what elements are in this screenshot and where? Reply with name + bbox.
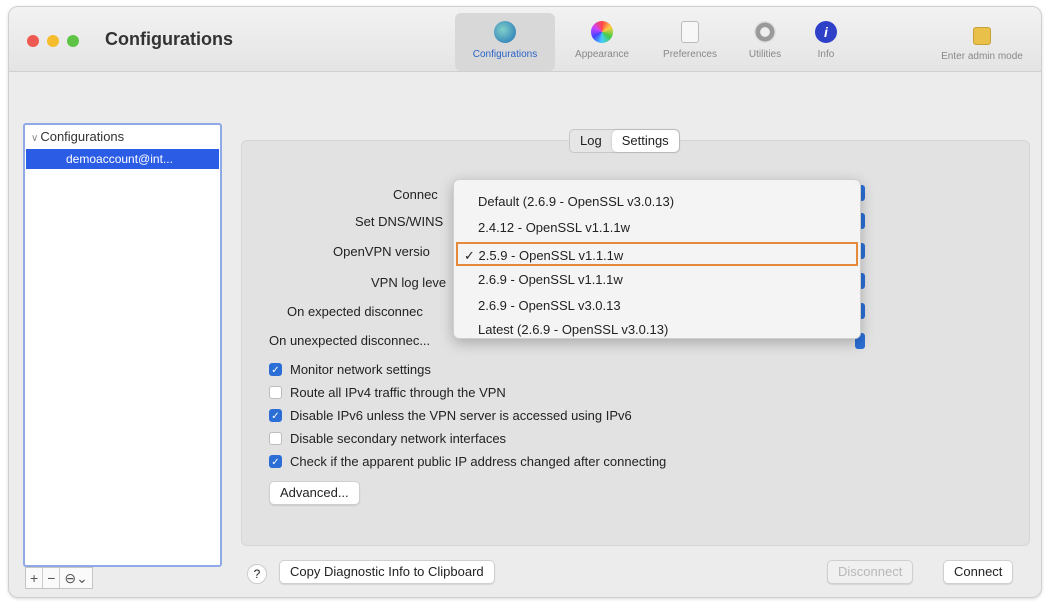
sidebar-header[interactable]: ∨ Configurations	[31, 129, 124, 144]
minimize-window-button[interactable]	[47, 35, 59, 47]
toolbar-label: Configurations	[472, 49, 538, 60]
copy-diagnostic-button[interactable]: Copy Diagnostic Info to Clipboard	[279, 560, 495, 584]
checkbox-label: Disable IPv6 unless the VPN server is ac…	[290, 408, 632, 423]
utilities-icon	[754, 21, 776, 43]
field-label-dns: Set DNS/WINS	[355, 214, 444, 229]
add-configuration-button[interactable]: +	[26, 568, 44, 588]
field-label-unexpected-disconnect: On unexpected disconnec...	[269, 333, 431, 348]
menu-item[interactable]: 2.6.9 - OpenSSL v1.1.1w	[454, 268, 860, 292]
toolbar-preferences[interactable]: Preferences	[649, 13, 731, 71]
field-label-connect: Connec	[393, 187, 438, 202]
advanced-button[interactable]: Advanced...	[269, 481, 360, 505]
toolbar-utilities[interactable]: Utilities	[735, 13, 795, 71]
sidebar-item-demoaccount[interactable]: demoaccount@int...	[26, 149, 219, 169]
sidebar-item-label: demoaccount@int...	[66, 152, 173, 166]
checkbox-label: Monitor network settings	[290, 362, 431, 377]
checkbox-monitor-network[interactable]: ✓ Monitor network settings	[269, 362, 431, 377]
checkbox-label: Route all IPv4 traffic through the VPN	[290, 385, 506, 400]
toolbar-label: Info	[817, 49, 835, 60]
menu-item[interactable]: Latest (2.6.9 - OpenSSL v3.0.13)	[454, 318, 860, 342]
chevron-down-icon[interactable]: ∨	[31, 133, 38, 144]
checkbox-disable-ipv6[interactable]: ✓ Disable IPv6 unless the VPN server is a…	[269, 408, 632, 423]
checkbox-box[interactable]	[269, 386, 282, 399]
app-window: Configurations Configurations Appearance…	[8, 6, 1042, 598]
connect-button[interactable]: Connect	[943, 560, 1014, 584]
disconnect-button[interactable]: Disconnect	[827, 560, 914, 584]
field-label-openvpn-version: OpenVPN versio	[333, 244, 430, 259]
toolbar-label: Appearance	[575, 49, 629, 60]
preferences-icon	[681, 21, 699, 43]
toolbar-label: Utilities	[748, 49, 782, 60]
toolbar-info[interactable]: i Info	[801, 13, 851, 71]
toolbar-admin-mode[interactable]: Enter admin mode	[927, 13, 1037, 71]
checkbox-box[interactable]	[269, 432, 282, 445]
checkbox-label: Disable secondary network interfaces	[290, 431, 507, 446]
checkbox-check-public-ip[interactable]: ✓ Check if the apparent public IP address…	[269, 454, 666, 469]
configuration-actions-button[interactable]: ⊖⌄	[60, 568, 91, 588]
toolbar-appearance[interactable]: Appearance	[561, 13, 643, 71]
checkbox-label: Check if the apparent public IP address …	[290, 454, 667, 469]
field-label-expected-disconnect: On expected disconnec	[287, 304, 423, 319]
sidebar-buttons: + − ⊖⌄	[25, 567, 93, 589]
sidebar-header-label: Configurations	[40, 129, 125, 144]
menu-item-selected[interactable]: ✓ 2.5.9 - OpenSSL v1.1.1w	[456, 242, 858, 266]
appearance-icon	[591, 21, 613, 43]
menu-item[interactable]: 2.4.12 - OpenSSL v1.1.1w	[454, 216, 860, 240]
openvpn-version-menu: Default (2.6.9 - OpenSSL v3.0.13) 2.4.12…	[453, 179, 861, 339]
close-window-button[interactable]	[27, 35, 39, 47]
field-label-vpn-log-level: VPN log leve	[371, 275, 447, 290]
remove-configuration-button[interactable]: −	[43, 568, 61, 588]
menu-item[interactable]: Default (2.6.9 - OpenSSL v3.0.13)	[454, 190, 860, 214]
window-title: Configurations	[105, 29, 233, 49]
lock-icon	[973, 27, 991, 45]
checkbox-box[interactable]: ✓	[269, 409, 282, 422]
checkbox-box[interactable]: ✓	[269, 363, 282, 376]
configurations-icon	[494, 21, 516, 43]
tab-log[interactable]: Log	[570, 130, 612, 152]
title-bar: Configurations Configurations Appearance…	[9, 7, 1041, 72]
zoom-window-button[interactable]	[67, 35, 79, 47]
configurations-sidebar: ∨ Configurations demoaccount@int...	[23, 123, 222, 567]
help-button[interactable]: ?	[247, 564, 267, 584]
checkbox-disable-secondary[interactable]: Disable secondary network interfaces	[269, 431, 506, 446]
toolbar-configurations[interactable]: Configurations	[455, 13, 555, 71]
menu-item[interactable]: 2.6.9 - OpenSSL v3.0.13	[454, 294, 860, 318]
checkbox-route-ipv4[interactable]: Route all IPv4 traffic through the VPN	[269, 385, 506, 400]
checkbox-box[interactable]: ✓	[269, 455, 282, 468]
tab-settings[interactable]: Settings	[611, 130, 679, 152]
toolbar-label: Preferences	[663, 49, 717, 60]
toolbar-label: Enter admin mode	[941, 51, 1023, 62]
tab-control: Log Settings	[569, 129, 680, 153]
info-icon: i	[815, 21, 837, 43]
